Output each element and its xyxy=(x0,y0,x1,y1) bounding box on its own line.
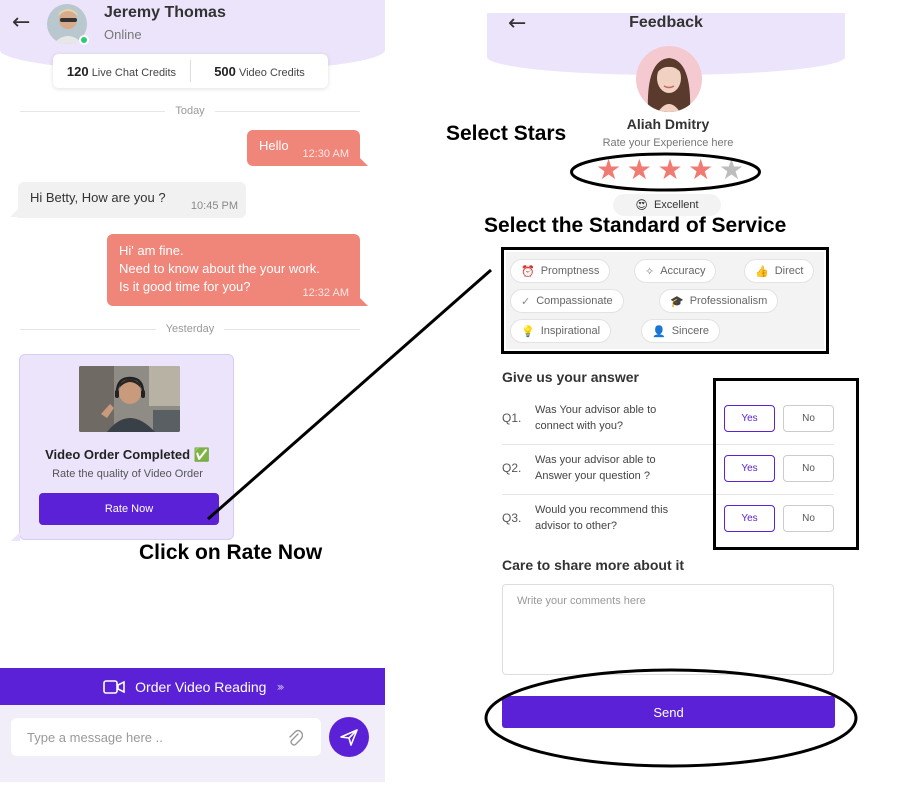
annotation-click-rate-now: Click on Rate Now xyxy=(139,541,323,564)
annotation-connector-line xyxy=(207,268,492,521)
